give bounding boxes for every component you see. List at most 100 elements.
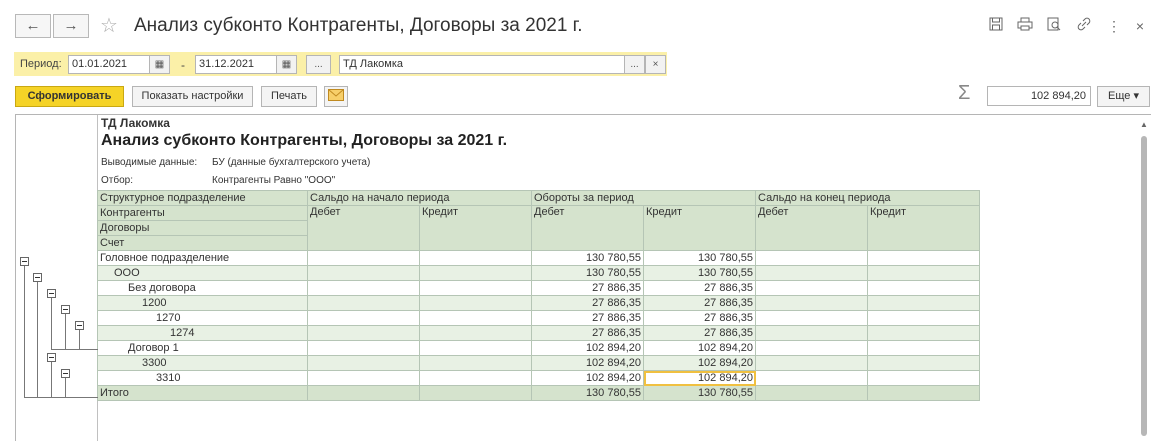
collapse-icon[interactable]	[47, 353, 56, 362]
value-cell-oc[interactable]	[419, 355, 532, 371]
total-close-debit[interactable]	[755, 385, 868, 401]
value-cell-cd[interactable]	[755, 295, 868, 311]
table-row[interactable]: Головное подразделение 130 780,55 130 780,…	[97, 250, 980, 266]
row-name-cell[interactable]: 1274	[97, 325, 308, 341]
collapse-icon[interactable]	[75, 321, 84, 330]
value-cell-oc[interactable]	[419, 310, 532, 326]
value-cell-td[interactable]: 27 886,35	[531, 325, 644, 341]
value-cell-tc[interactable]: 102 894,20	[643, 370, 756, 386]
value-cell-cc[interactable]	[867, 295, 980, 311]
collapse-icon[interactable]	[33, 273, 42, 282]
value-cell-oc[interactable]	[419, 250, 532, 266]
value-cell-tc[interactable]: 130 780,55	[643, 265, 756, 281]
value-cell-cd[interactable]	[755, 370, 868, 386]
total-row[interactable]: Итого 130 780,55 130 780,55	[97, 385, 980, 401]
save-icon[interactable]	[987, 17, 1005, 35]
value-cell-td[interactable]: 130 780,55	[531, 265, 644, 281]
value-cell-oc[interactable]	[419, 265, 532, 281]
value-cell-cd[interactable]	[755, 325, 868, 341]
total-label[interactable]: Итого	[97, 385, 308, 401]
value-cell-cc[interactable]	[867, 370, 980, 386]
more-vert-icon[interactable]: ⋮	[1105, 17, 1123, 35]
row-name-cell[interactable]: Головное подразделение	[97, 250, 308, 266]
table-row[interactable]: 3300 102 894,20 102 894,20	[97, 355, 980, 371]
row-name-cell[interactable]: 3310	[97, 370, 308, 386]
print-button[interactable]: Печать	[261, 86, 317, 107]
total-turnover-credit[interactable]: 130 780,55	[643, 385, 756, 401]
table-row[interactable]: Договор 1 102 894,20 102 894,20	[97, 340, 980, 356]
value-cell-oc[interactable]	[419, 280, 532, 296]
value-cell-tc[interactable]: 102 894,20	[643, 340, 756, 356]
value-cell-td[interactable]: 27 886,35	[531, 310, 644, 326]
back-button[interactable]: ←	[15, 14, 51, 38]
value-cell-tc[interactable]: 130 780,55	[643, 250, 756, 266]
collapse-icon[interactable]	[47, 289, 56, 298]
show-settings-button[interactable]: Показать настройки	[132, 86, 253, 107]
value-cell-cd[interactable]	[755, 310, 868, 326]
value-cell-cc[interactable]	[867, 340, 980, 356]
date-to-field[interactable]: 31.12.2021	[195, 55, 277, 74]
value-cell-cc[interactable]	[867, 355, 980, 371]
row-name-cell[interactable]: Без договора	[97, 280, 308, 296]
collapse-icon[interactable]	[61, 305, 70, 314]
scroll-thumb[interactable]	[1141, 136, 1147, 436]
value-cell-cd[interactable]	[755, 265, 868, 281]
table-row[interactable]: 1274 27 886,35 27 886,35	[97, 325, 980, 341]
preview-icon[interactable]	[1045, 17, 1063, 35]
period-select-button[interactable]: ...	[306, 55, 331, 74]
table-row[interactable]: 1200 27 886,35 27 886,35	[97, 295, 980, 311]
value-cell-td[interactable]: 27 886,35	[531, 280, 644, 296]
value-cell-od[interactable]	[307, 250, 420, 266]
total-open-credit[interactable]	[419, 385, 532, 401]
value-cell-td[interactable]: 102 894,20	[531, 355, 644, 371]
value-cell-cc[interactable]	[867, 250, 980, 266]
collapse-icon[interactable]	[20, 257, 29, 266]
calendar-from-icon[interactable]: ▦	[149, 55, 170, 74]
row-name-cell[interactable]: ООО	[97, 265, 308, 281]
total-open-debit[interactable]	[307, 385, 420, 401]
value-cell-cd[interactable]	[755, 280, 868, 296]
value-cell-td[interactable]: 102 894,20	[531, 340, 644, 356]
total-close-credit[interactable]	[867, 385, 980, 401]
value-cell-td[interactable]: 102 894,20	[531, 370, 644, 386]
organization-field[interactable]: ТД Лакомка	[339, 55, 627, 74]
row-name-cell[interactable]: 1200	[97, 295, 308, 311]
date-from-field[interactable]: 01.01.2021	[68, 55, 150, 74]
value-cell-od[interactable]	[307, 280, 420, 296]
value-cell-tc[interactable]: 27 886,35	[643, 325, 756, 341]
value-cell-tc[interactable]: 27 886,35	[643, 280, 756, 296]
calendar-to-icon[interactable]: ▦	[276, 55, 297, 74]
value-cell-cc[interactable]	[867, 310, 980, 326]
total-turnover-debit[interactable]: 130 780,55	[531, 385, 644, 401]
value-cell-cc[interactable]	[867, 265, 980, 281]
star-icon[interactable]: ☆	[100, 13, 118, 38]
value-cell-tc[interactable]: 27 886,35	[643, 310, 756, 326]
link-icon[interactable]	[1075, 17, 1093, 35]
table-row[interactable]: Без договора 27 886,35 27 886,35	[97, 280, 980, 296]
forward-button[interactable]: →	[53, 14, 89, 38]
value-cell-cc[interactable]	[867, 325, 980, 341]
value-cell-cc[interactable]	[867, 280, 980, 296]
value-cell-cd[interactable]	[755, 355, 868, 371]
row-name-cell[interactable]: 3300	[97, 355, 308, 371]
value-cell-tc[interactable]: 102 894,20	[643, 355, 756, 371]
printer-icon[interactable]	[1016, 17, 1034, 35]
value-cell-cd[interactable]	[755, 250, 868, 266]
more-button[interactable]: Еще ▾	[1097, 86, 1150, 107]
value-cell-od[interactable]	[307, 370, 420, 386]
value-cell-oc[interactable]	[419, 340, 532, 356]
organization-clear-button[interactable]: ×	[645, 55, 666, 74]
value-cell-td[interactable]: 27 886,35	[531, 295, 644, 311]
value-cell-od[interactable]	[307, 355, 420, 371]
value-cell-cd[interactable]	[755, 340, 868, 356]
value-cell-od[interactable]	[307, 295, 420, 311]
value-cell-od[interactable]	[307, 340, 420, 356]
table-row[interactable]: 3310 102 894,20 102 894,20	[97, 370, 980, 386]
email-button[interactable]	[324, 86, 348, 107]
value-cell-td[interactable]: 130 780,55	[531, 250, 644, 266]
row-name-cell[interactable]: Договор 1	[97, 340, 308, 356]
value-cell-od[interactable]	[307, 310, 420, 326]
value-cell-oc[interactable]	[419, 325, 532, 341]
table-row[interactable]: 1270 27 886,35 27 886,35	[97, 310, 980, 326]
value-cell-od[interactable]	[307, 325, 420, 341]
